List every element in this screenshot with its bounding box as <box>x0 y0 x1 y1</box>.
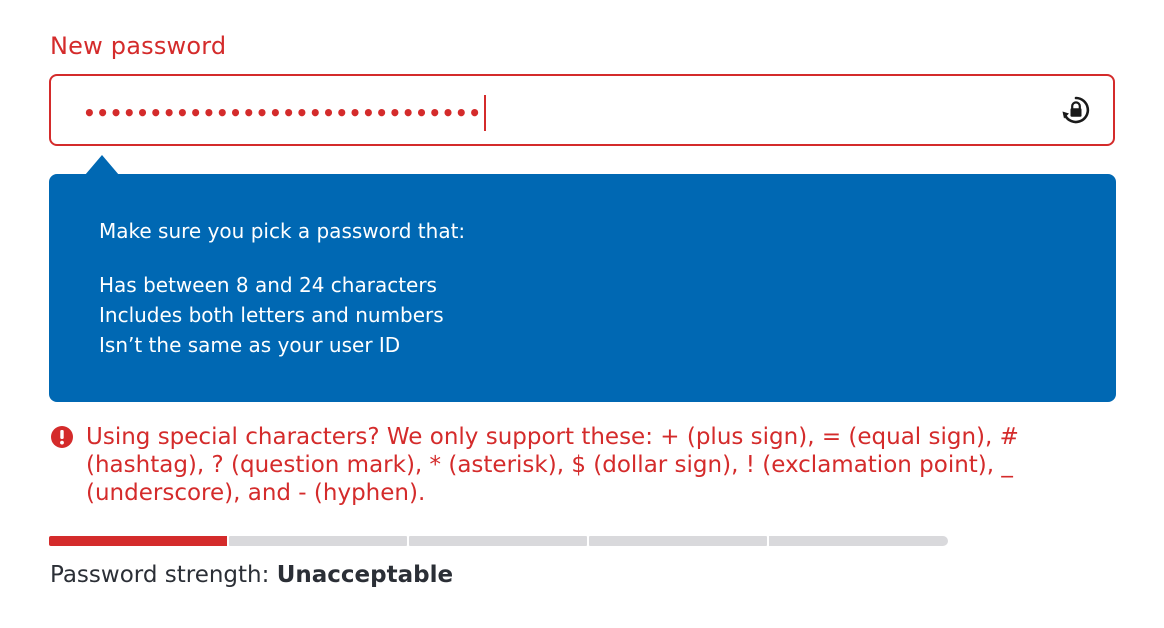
special-characters-warning: Using special characters? We only suppor… <box>50 423 1120 507</box>
tooltip-intro: Make sure you pick a password that: <box>99 219 466 243</box>
lock-rotate-icon[interactable] <box>1061 95 1091 125</box>
strength-label: Password strength: <box>50 562 270 588</box>
password-requirements-tooltip: Make sure you pick a password that: Has … <box>49 174 1116 402</box>
warning-text: Using special characters? We only suppor… <box>86 424 1019 506</box>
password-dots: •••••••••••••••••••••••••••••• <box>83 101 482 125</box>
requirement-item: Isn’t the same as your user ID <box>99 333 401 357</box>
new-password-input[interactable]: •••••••••••••••••••••••••••••• <box>49 74 1115 146</box>
requirement-item: Includes both letters and numbers <box>99 303 444 327</box>
tooltip-pointer <box>85 155 119 175</box>
strength-segment-4 <box>589 536 767 546</box>
strength-segment-2 <box>229 536 407 546</box>
new-password-label: New password <box>50 32 227 60</box>
strength-segment-5 <box>769 536 948 546</box>
password-strength-meter <box>49 536 950 546</box>
password-masked-value[interactable]: •••••••••••••••••••••••••••••• <box>83 95 486 131</box>
exclamation-circle-icon <box>50 425 74 449</box>
password-strength-text: Password strength: Unacceptable <box>50 559 453 591</box>
strength-value: Unacceptable <box>276 562 454 588</box>
strength-segment-3 <box>409 536 587 546</box>
text-caret <box>483 95 486 131</box>
strength-segment-1 <box>49 536 227 546</box>
requirement-item: Has between 8 and 24 characters <box>99 273 437 297</box>
